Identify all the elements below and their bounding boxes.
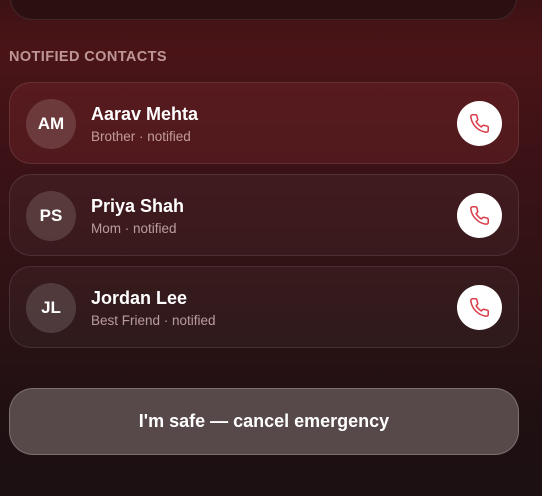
contact-name: Aarav Mehta — [91, 104, 199, 124]
contact-card: JL Jordan Lee Best Friend · notified — [9, 266, 519, 348]
section-title: NOTIFIED CONTACTS — [9, 49, 167, 65]
avatar: PS — [26, 191, 76, 241]
contact-subtitle: Best Friend · notified — [91, 313, 216, 328]
phone-icon — [470, 113, 490, 133]
contact-list: AM Aarav Mehta Brother · notified PS Pri… — [9, 82, 519, 358]
contact-name: Priya Shah — [91, 196, 185, 216]
call-button[interactable] — [457, 193, 502, 238]
contact-card: AM Aarav Mehta Brother · notified — [9, 82, 519, 164]
call-button[interactable] — [457, 285, 502, 330]
avatar: AM — [26, 99, 76, 149]
contact-card: PS Priya Shah Mom · notified — [9, 174, 519, 256]
cancel-emergency-button[interactable]: I'm safe — cancel emergency — [9, 388, 519, 455]
phone-icon — [470, 205, 490, 225]
contact-subtitle: Mom · notified — [91, 221, 177, 236]
call-button[interactable] — [457, 101, 502, 146]
top-card — [10, 0, 517, 20]
contact-subtitle: Brother · notified — [91, 129, 191, 144]
avatar: JL — [26, 283, 76, 333]
phone-icon — [470, 297, 490, 317]
contact-name: Jordan Lee — [91, 288, 188, 308]
